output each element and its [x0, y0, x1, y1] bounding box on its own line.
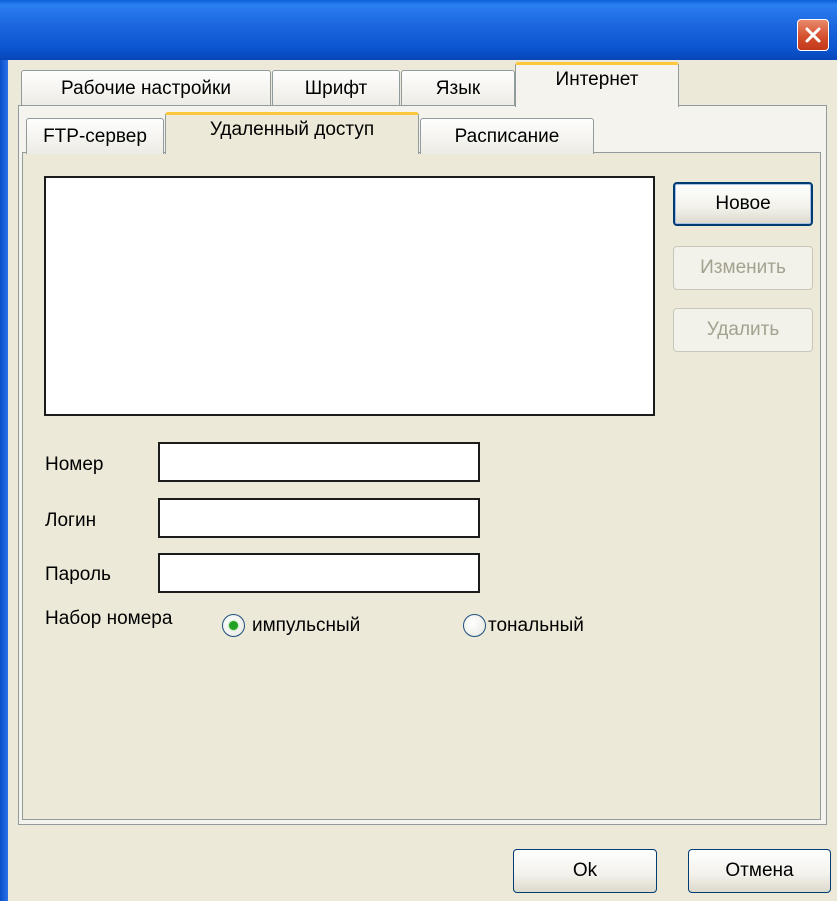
login-label: Логин [45, 510, 97, 531]
login-field[interactable] [158, 498, 480, 538]
ok-button[interactable]: Ok [513, 849, 657, 893]
pulse-radio[interactable] [222, 614, 245, 637]
tab-label: Язык [435, 78, 481, 99]
tab-label: Удаленный доступ [209, 119, 375, 140]
new-button[interactable]: Новое [673, 182, 813, 226]
tab-language[interactable]: Язык [401, 70, 515, 106]
close-button[interactable] [797, 19, 829, 51]
settings-window: Рабочие настройки Шрифт Язык Интернет FT… [0, 0, 837, 901]
window-frame-left [0, 60, 8, 901]
close-icon [805, 27, 821, 43]
tab-remote-access[interactable]: Удаленный доступ [165, 112, 419, 154]
number-field[interactable] [158, 442, 480, 482]
client-area: Рабочие настройки Шрифт Язык Интернет FT… [8, 60, 837, 901]
edit-button[interactable]: Изменить [673, 246, 813, 290]
tab-internet[interactable]: Интернет [515, 62, 679, 107]
pulse-radio-label[interactable]: импульсный [252, 615, 360, 637]
tab-label: Интернет [555, 69, 639, 90]
tab-label: Расписание [454, 126, 560, 147]
password-field[interactable] [158, 553, 480, 593]
delete-button[interactable]: Удалить [673, 308, 813, 352]
tab-font[interactable]: Шрифт [272, 70, 400, 106]
connections-list[interactable] [44, 176, 655, 416]
tab-label: Шрифт [304, 78, 368, 99]
number-label: Номер [45, 454, 104, 475]
tab-label: Рабочие настройки [61, 78, 231, 99]
tab-schedule[interactable]: Расписание [420, 118, 594, 154]
password-label: Пароль [45, 564, 111, 585]
tab-ftp-server[interactable]: FTP-сервер [26, 118, 164, 154]
tab-label: FTP-сервер [43, 126, 147, 147]
dial-mode-label: Набор номера [45, 608, 173, 629]
cancel-button[interactable]: Отмена [688, 849, 831, 893]
tone-radio[interactable] [463, 614, 486, 637]
radio-selected-dot [229, 621, 238, 630]
tab-work-settings[interactable]: Рабочие настройки [21, 70, 271, 106]
tone-radio-label[interactable]: тональный [488, 615, 584, 637]
title-bar[interactable] [0, 0, 837, 60]
